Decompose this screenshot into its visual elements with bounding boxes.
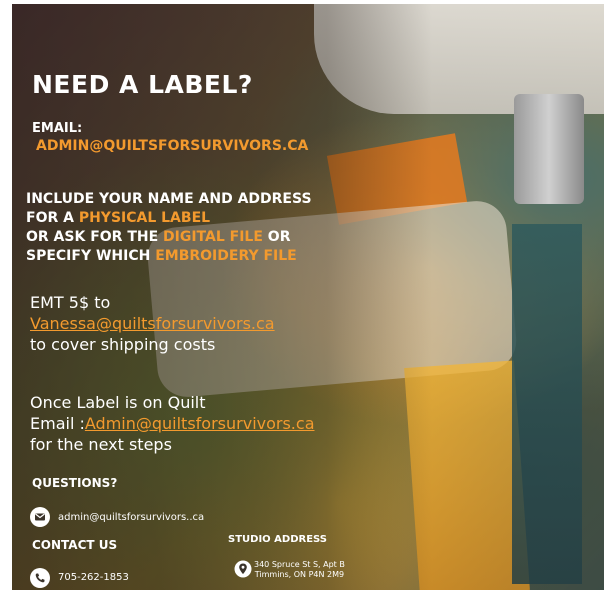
email-label: EMAIL: [32, 121, 83, 136]
payment-line: EMT 5$ to [30, 293, 111, 312]
instructions-text: FOR A [26, 210, 79, 226]
instructions-line-1: INCLUDE YOUR NAME AND ADDRESS [26, 191, 312, 207]
address-line-1: 340 Spruce St S, Apt B [254, 560, 345, 569]
email-link[interactable]: ADMIN@QUILTSFORSURVIVORS.CA [36, 138, 308, 154]
phone-number[interactable]: 705-262-1853 [58, 572, 129, 583]
presser-foot-graphic [514, 94, 584, 204]
digital-file-highlight: DIGITAL FILE [163, 229, 263, 245]
questions-email-link[interactable]: admin@quiltsforsurvivors..ca [58, 512, 204, 523]
payment-email-link[interactable]: Vanessa@quiltsforsurvivors.ca [30, 313, 275, 334]
envelope-icon [30, 507, 50, 527]
next-steps-line: Once Label is on Quilt [30, 393, 206, 412]
physical-label-highlight: PHYSICAL LABEL [78, 210, 211, 226]
instructions-line-3: OR ASK FOR THE DIGITAL FILE OR [26, 228, 312, 247]
instructions-line-4: SPECIFY WHICH EMBROIDERY FILE [26, 247, 312, 266]
instructions-text: OR [262, 229, 291, 245]
next-steps-email-line: Email :Admin@quiltsforsurvivors.ca [30, 413, 315, 434]
payment-block: EMT 5$ to Vanessa@quiltsforsurvivors.ca … [30, 292, 275, 355]
questions-heading: QUESTIONS? [32, 476, 118, 490]
email-prefix: Email : [30, 414, 85, 433]
page-title: NEED A LABEL? [32, 70, 253, 99]
teal-fabric-strip [512, 224, 582, 584]
instructions-line-2: FOR A PHYSICAL LABEL [26, 209, 312, 228]
studio-heading: STUDIO ADDRESS [228, 534, 327, 545]
phone-icon [30, 568, 50, 588]
next-steps-block: Once Label is on Quilt Email :Admin@quil… [30, 392, 315, 455]
next-steps-note: for the next steps [30, 435, 172, 454]
address-line-2: Timmins, ON P4N 2M9 [254, 570, 345, 579]
instructions-text: SPECIFY WHICH [26, 248, 156, 264]
instructions-text: OR ASK FOR THE [26, 229, 164, 245]
payment-note: to cover shipping costs [30, 335, 216, 354]
admin-email-link[interactable]: Admin@quiltsforsurvivors.ca [85, 414, 315, 433]
instructions: INCLUDE YOUR NAME AND ADDRESS FOR A PHYS… [26, 190, 312, 266]
poster: NEED A LABEL? EMAIL: ADMIN@QUILTSFORSURV… [12, 4, 604, 590]
embroidery-file-highlight: EMBROIDERY FILE [155, 248, 297, 264]
studio-address: 340 Spruce St S, Apt B Timmins, ON P4N 2… [254, 560, 345, 580]
location-pin-icon [234, 560, 252, 578]
contact-heading: CONTACT US [32, 538, 118, 552]
